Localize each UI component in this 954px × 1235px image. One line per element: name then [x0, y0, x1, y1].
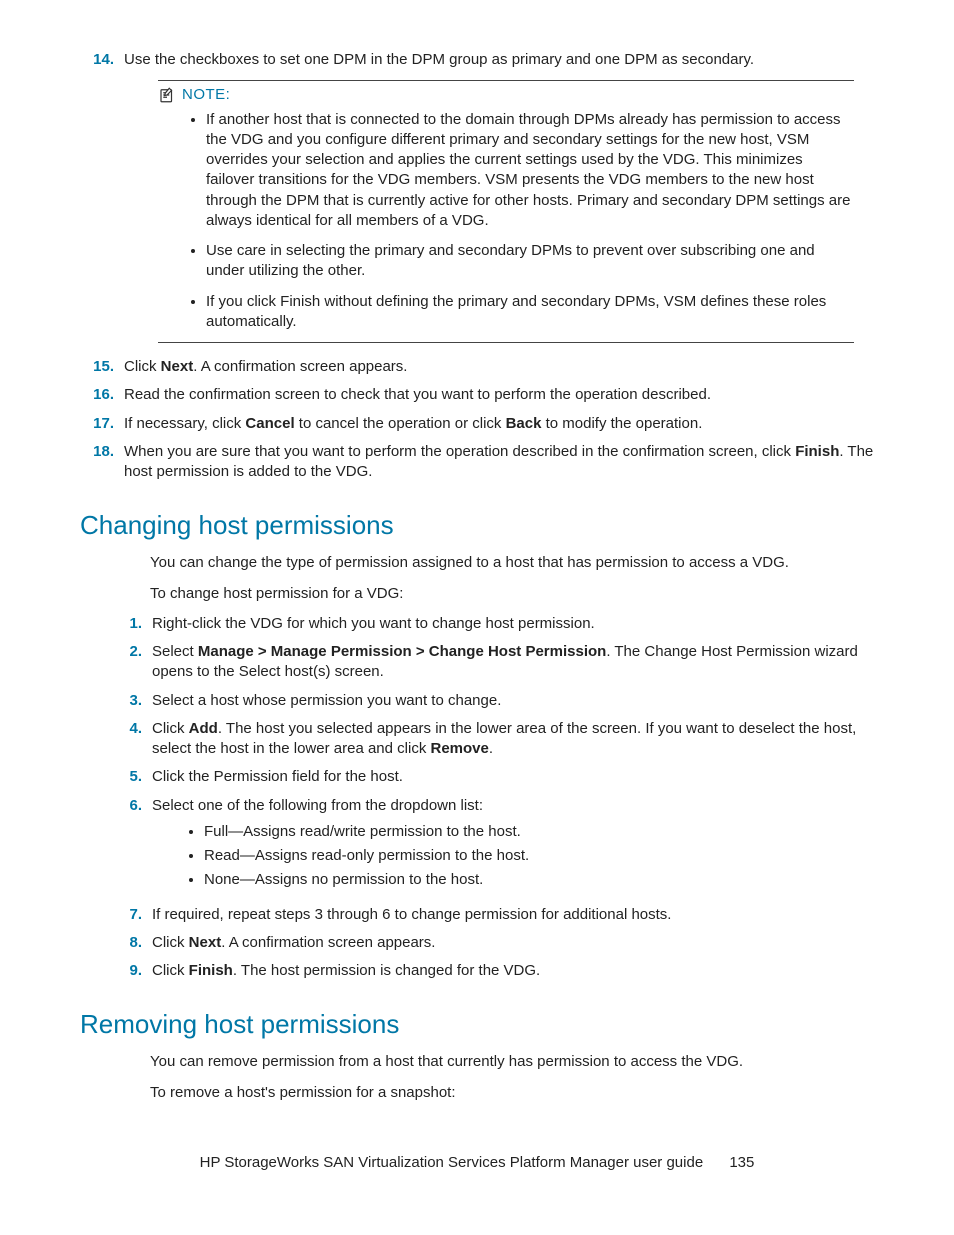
- list-item: 16. Read the confirmation screen to chec…: [80, 385, 884, 405]
- step-number: 5.: [108, 767, 152, 787]
- list-item: If another host that is connected to the…: [206, 110, 854, 232]
- footer-text: HP StorageWorks SAN Virtualization Servi…: [200, 1154, 704, 1171]
- step-number: 3.: [108, 691, 152, 711]
- step-number: 8.: [108, 933, 152, 953]
- list-item: 7. If required, repeat steps 3 through 6…: [108, 905, 884, 925]
- section-heading-removing: Removing host permissions: [80, 1007, 884, 1042]
- bold-text: Finish: [795, 443, 839, 460]
- step-number: 18.: [80, 442, 124, 483]
- step-text: When you are sure that you want to perfo…: [124, 442, 884, 483]
- ordered-list-changing: 1. Right-click the VDG for which you wan…: [108, 614, 884, 982]
- bold-text: Finish: [189, 962, 233, 979]
- text: Select one of the following from the dro…: [152, 797, 483, 814]
- note-label: NOTE:: [182, 85, 230, 105]
- step-text: If necessary, click Cancel to cancel the…: [124, 414, 884, 434]
- list-item: None—Assigns no permission to the host.: [204, 870, 884, 890]
- step-number: 15.: [80, 357, 124, 377]
- text: Click: [152, 962, 189, 979]
- step-text: Right-click the VDG for which you want t…: [152, 614, 884, 634]
- note-icon: [158, 86, 176, 104]
- text: . A confirmation screen appears.: [193, 358, 407, 375]
- list-item: 17. If necessary, click Cancel to cancel…: [80, 414, 884, 434]
- text: Select: [152, 643, 198, 660]
- step-number: 17.: [80, 414, 124, 434]
- bold-text: Cancel: [245, 415, 294, 432]
- bold-text: Back: [506, 415, 542, 432]
- text: Click: [152, 934, 189, 951]
- list-item: 9. Click Finish. The host permission is …: [108, 961, 884, 981]
- step-text: Select one of the following from the dro…: [152, 796, 884, 897]
- list-item: 18. When you are sure that you want to p…: [80, 442, 884, 483]
- text: . The host permission is changed for the…: [233, 962, 540, 979]
- text: . A confirmation screen appears.: [221, 934, 435, 951]
- step-text: Click Finish. The host permission is cha…: [152, 961, 884, 981]
- step-text: Read the confirmation screen to check th…: [124, 385, 884, 405]
- text: Click: [124, 358, 161, 375]
- list-item: 14. Use the checkboxes to set one DPM in…: [80, 50, 884, 70]
- bold-text: Add: [189, 720, 218, 737]
- list-item: 3. Select a host whose permission you wa…: [108, 691, 884, 711]
- text: . The host you selected appears in the l…: [152, 720, 856, 757]
- list-item: 4. Click Add. The host you selected appe…: [108, 719, 884, 760]
- text: .: [489, 740, 493, 757]
- step-text: Click Next. A confirmation screen appear…: [152, 933, 884, 953]
- note-block: NOTE: If another host that is connected …: [158, 80, 884, 343]
- list-item: Use care in selecting the primary and se…: [206, 241, 854, 282]
- paragraph: You can change the type of permission as…: [150, 553, 884, 573]
- step-text: Select Manage > Manage Permission > Chan…: [152, 642, 884, 683]
- list-item: If you click Finish without defining the…: [206, 292, 854, 333]
- step-text: Use the checkboxes to set one DPM in the…: [124, 50, 884, 70]
- text: to cancel the operation or click: [295, 415, 506, 432]
- bold-text: Remove: [430, 740, 488, 757]
- step-number: 16.: [80, 385, 124, 405]
- text: to modify the operation.: [541, 415, 702, 432]
- step-number: 7.: [108, 905, 152, 925]
- section-heading-changing: Changing host permissions: [80, 508, 884, 543]
- note-header: NOTE:: [158, 85, 854, 105]
- list-item: Read—Assigns read-only permission to the…: [204, 846, 884, 866]
- page-footer: HP StorageWorks SAN Virtualization Servi…: [0, 1153, 954, 1173]
- bold-text: Manage > Manage Permission > Change Host…: [198, 643, 606, 660]
- bold-text: Next: [161, 358, 194, 375]
- ordered-list-top: 14. Use the checkboxes to set one DPM in…: [80, 50, 884, 70]
- step-number: 6.: [108, 796, 152, 897]
- step-number: 2.: [108, 642, 152, 683]
- paragraph: You can remove permission from a host th…: [150, 1052, 884, 1072]
- step-text: Click Next. A confirmation screen appear…: [124, 357, 884, 377]
- step-text: If required, repeat steps 3 through 6 to…: [152, 905, 884, 925]
- note-bullet-list: If another host that is connected to the…: [158, 110, 854, 333]
- text: If necessary, click: [124, 415, 245, 432]
- list-item: Full—Assigns read/write permission to th…: [204, 822, 884, 842]
- text: Click: [152, 720, 189, 737]
- step-text: Click Add. The host you selected appears…: [152, 719, 884, 760]
- page-number: 135: [729, 1154, 754, 1171]
- step-number: 14.: [80, 50, 124, 70]
- divider: [158, 342, 854, 343]
- list-item: 2. Select Manage > Manage Permission > C…: [108, 642, 884, 683]
- step-number: 4.: [108, 719, 152, 760]
- list-item: 6. Select one of the following from the …: [108, 796, 884, 897]
- list-item: 5. Click the Permission field for the ho…: [108, 767, 884, 787]
- bold-text: Next: [189, 934, 222, 951]
- divider: [158, 80, 854, 81]
- ordered-list-post-note: 15. Click Next. A confirmation screen ap…: [80, 357, 884, 482]
- paragraph: To change host permission for a VDG:: [150, 584, 884, 604]
- step-text: Click the Permission field for the host.: [152, 767, 884, 787]
- sub-list: Full—Assigns read/write permission to th…: [152, 822, 884, 891]
- list-item: 15. Click Next. A confirmation screen ap…: [80, 357, 884, 377]
- paragraph: To remove a host's permission for a snap…: [150, 1083, 884, 1103]
- list-item: 1. Right-click the VDG for which you wan…: [108, 614, 884, 634]
- step-text: Select a host whose permission you want …: [152, 691, 884, 711]
- step-number: 9.: [108, 961, 152, 981]
- text: When you are sure that you want to perfo…: [124, 443, 795, 460]
- step-number: 1.: [108, 614, 152, 634]
- list-item: 8. Click Next. A confirmation screen app…: [108, 933, 884, 953]
